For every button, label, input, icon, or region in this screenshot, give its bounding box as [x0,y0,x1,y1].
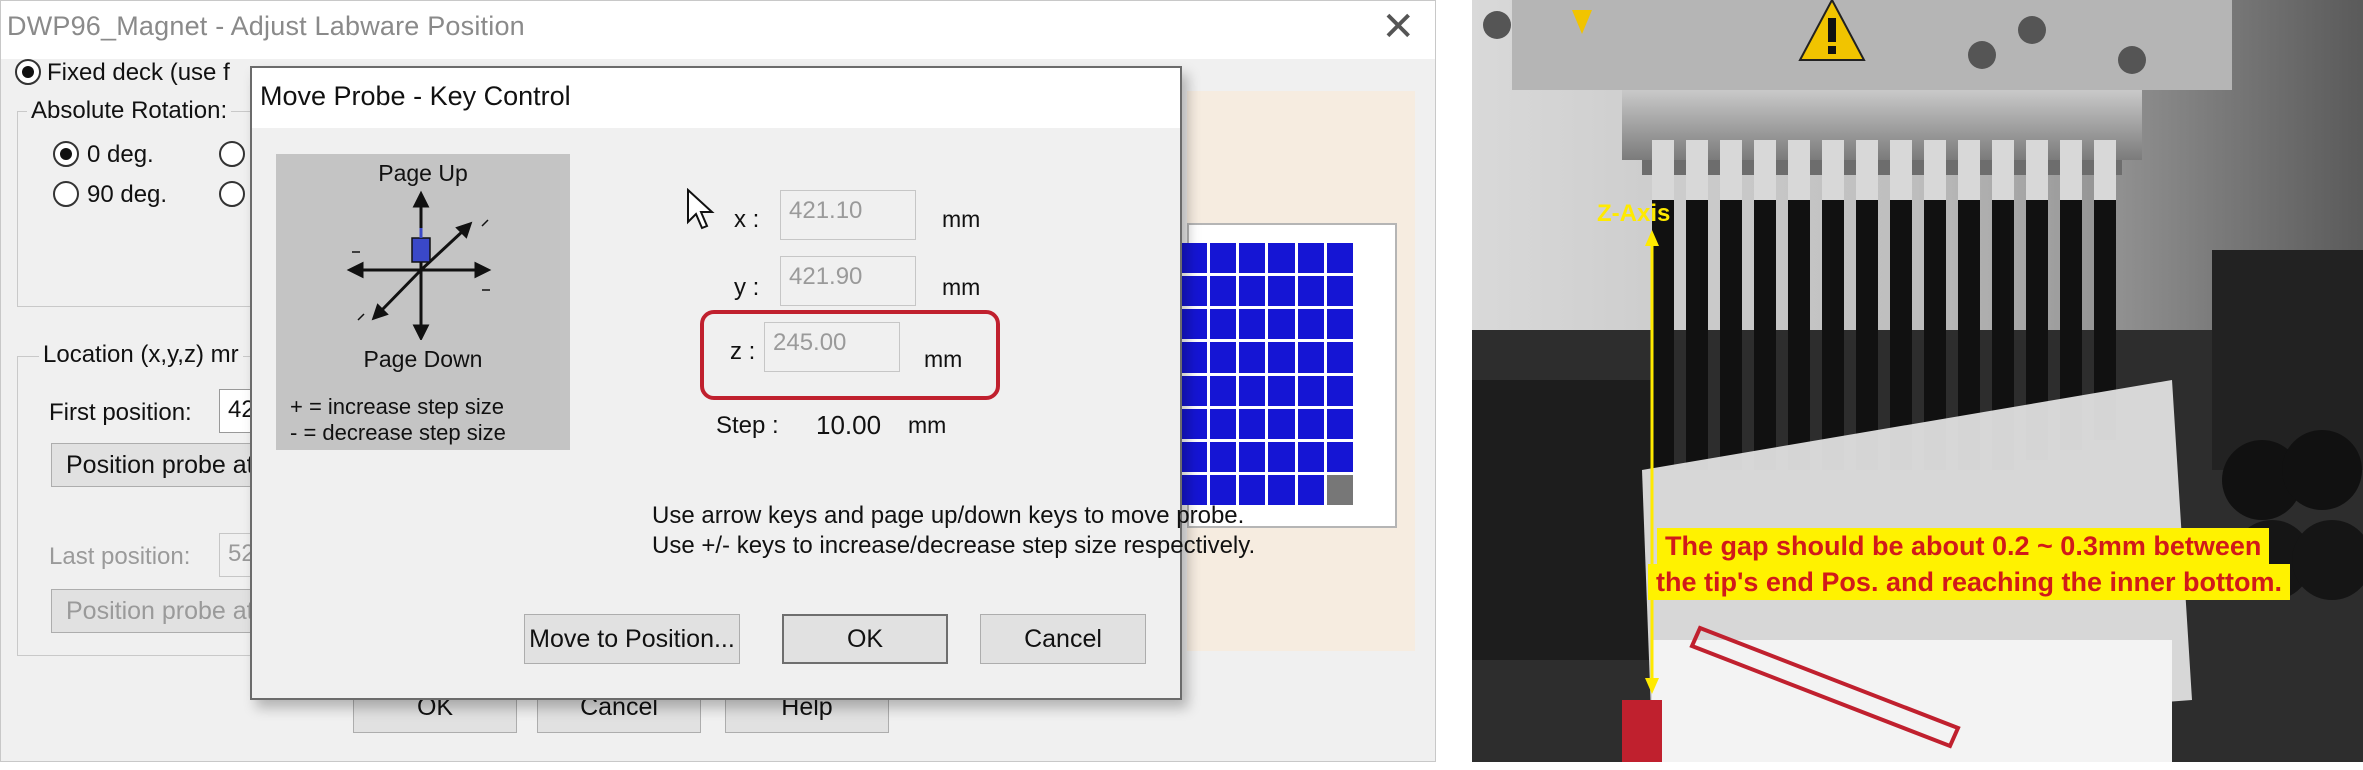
x-field[interactable]: 421.10 [780,190,916,240]
fixed-deck-radio[interactable] [15,59,41,85]
absolute-rotation-label: Absolute Rotation: [27,97,232,125]
rotation-90-label: 90 deg. [87,181,168,208]
page-down-label: Page Down [363,346,483,372]
instruction-line-2: Use +/- keys to increase/decrease step s… [652,532,1256,559]
decrease-step-hint: - = decrease step size [290,420,506,445]
pipetting-head-photo [1472,0,2363,762]
dialog-titlebar: Move Probe - Key Control [252,68,1180,128]
close-icon[interactable]: ✕ [1381,7,1415,47]
step-value: 10.00 [816,410,882,440]
mouse-cursor-icon [687,188,715,230]
y-field[interactable]: 421.90 [780,256,916,306]
instruction-line-1: Use arrow keys and page up/down keys to … [652,502,1245,529]
key-control-panel: Page Up Page Down + = increase step size… [276,154,570,450]
x-unit: mm [942,206,981,232]
step-unit: mm [908,412,947,438]
rotation-180-radio[interactable] [219,141,245,167]
rotation-270-radio[interactable] [219,181,245,207]
gap-annotation-line-1: The gap should be about 0.2 ~ 0.3mm betw… [1657,528,2270,564]
window-title: DWP96_Magnet - Adjust Labware Position [7,11,525,41]
gap-annotation-line-2: the tip's end Pos. and reaching the inne… [1648,564,2290,600]
z-highlight-box [700,310,1000,400]
z-axis-label: Z-Axis [1597,200,1671,227]
window-titlebar: DWP96_Magnet - Adjust Labware Position ✕ [1,1,1435,59]
dialog-cancel-button[interactable]: Cancel [980,614,1146,664]
first-position-label: First position: [49,399,192,426]
last-position-label: Last position: [49,543,191,570]
instrument-photo: Z-Axis The gap should be about 0.2 ~ 0.3… [1472,0,2363,762]
x-label: x : [734,206,760,233]
dialog-ok-button[interactable]: OK [782,614,948,664]
location-group-label: Location (x,y,z) mr [39,341,243,369]
rotation-0-label: 0 deg. [87,141,154,168]
y-unit: mm [942,274,981,300]
page-up-label: Page Up [378,160,468,186]
dialog-title: Move Probe - Key Control [260,81,571,111]
position-probe-first-button[interactable]: Position probe at [51,443,271,487]
rotation-0-radio[interactable] [53,141,79,167]
software-screenshot: DWP96_Magnet - Adjust Labware Position ✕… [0,0,1440,770]
increase-step-hint: + = increase step size [290,394,505,419]
rotation-90-radio[interactable] [53,181,79,207]
step-label: Step : [716,412,779,439]
y-label: y : [734,274,760,301]
fixed-deck-label: Fixed deck (use f [47,59,230,86]
move-to-position-button[interactable]: Move to Position... [524,614,740,664]
arrow-keys-icon [346,190,492,340]
position-probe-last-button[interactable]: Position probe at [51,589,271,633]
well-grid [1181,243,1353,505]
